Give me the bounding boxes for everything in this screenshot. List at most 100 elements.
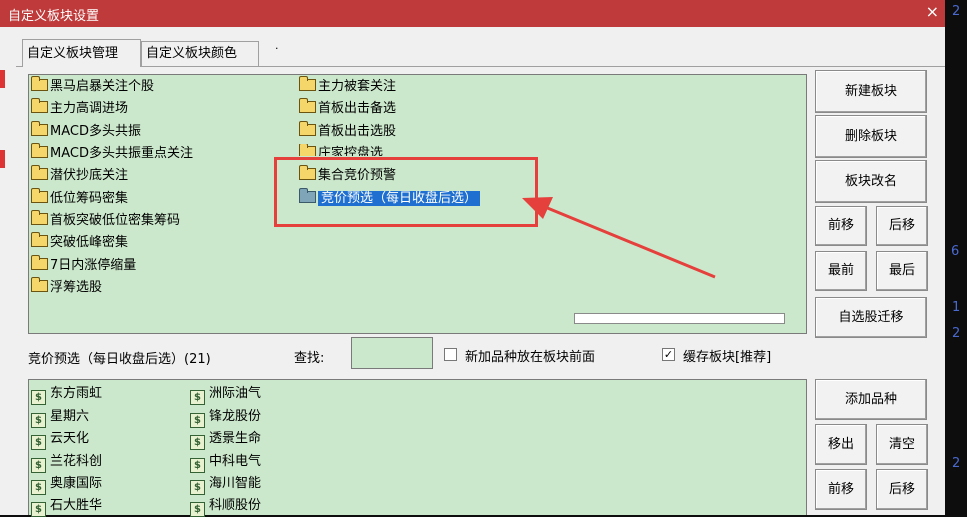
stock-icon: $ (31, 413, 46, 428)
block-item[interactable]: 突破低峰密集 (31, 232, 128, 253)
stock-name: 石大胜华 (50, 498, 103, 513)
annotation-arrow-icon (522, 197, 716, 279)
stock-item[interactable]: $ 海川智能 (190, 473, 261, 495)
migrate-watchlist-button[interactable]: 自选股迁移 (815, 297, 927, 338)
block-item[interactable]: 首板出击备选 (299, 98, 396, 119)
block-item[interactable]: 主力高调进场 (31, 98, 129, 119)
new-front-label: 新加品种放在板块前面 (465, 350, 596, 365)
folder-icon (31, 98, 48, 113)
tab-divider (16, 66, 946, 67)
stock-item[interactable]: $ 科顺股份 (190, 495, 261, 517)
block-item[interactable]: 首板突破低位密集筹码 (31, 210, 181, 231)
clear-stocks-button[interactable]: 清空 (876, 424, 928, 465)
block-item[interactable]: 黑马启暴关注个股 (31, 76, 155, 97)
block-item[interactable]: 浮筹选股 (31, 277, 103, 298)
block-item[interactable]: 庄家控盘选 (299, 144, 383, 156)
stock-move-up-button[interactable]: 前移 (815, 469, 867, 510)
background-text: 2 (952, 4, 961, 19)
move-down-button[interactable]: 后移 (876, 206, 928, 246)
block-label: 浮筹选股 (50, 280, 103, 295)
block-item[interactable]: 低位筹码密集 (31, 188, 129, 209)
add-stock-button[interactable]: 添加品种 (815, 379, 927, 420)
stock-item[interactable]: $ 星期六 (31, 406, 89, 428)
block-label: 首板出击选股 (318, 124, 397, 139)
move-first-button[interactable]: 最前 (815, 251, 867, 291)
block-item[interactable]: 潜伏抄底关注 (31, 165, 129, 186)
background-text: 2 (952, 456, 961, 471)
stock-item[interactable]: $ 石大胜华 (31, 495, 102, 517)
folder-icon (299, 144, 316, 156)
title-bar[interactable]: 自定义板块设置 × (0, 0, 945, 27)
block-label: 潜伏抄底关注 (50, 168, 129, 183)
delete-block-button[interactable]: 删除板块 (815, 115, 927, 158)
stock-name: 东方雨虹 (50, 386, 103, 401)
stock-name: 星期六 (50, 409, 90, 424)
move-up-button[interactable]: 前移 (815, 206, 867, 246)
block-label: 黑马启暴关注个股 (50, 79, 155, 94)
folder-icon (31, 277, 48, 292)
folder-icon (31, 232, 48, 247)
stock-icon: $ (190, 458, 205, 473)
stock-move-down-button[interactable]: 后移 (876, 469, 928, 510)
folder-icon (299, 76, 316, 91)
background-text: 6 (951, 244, 960, 259)
block-label: MACD多头共振 (50, 124, 141, 139)
horizontal-scrollbar[interactable] (574, 313, 785, 324)
remove-stock-button[interactable]: 移出 (815, 424, 867, 465)
block-label: 主力高调进场 (50, 101, 129, 116)
new-front-checkbox[interactable] (444, 348, 457, 361)
block-item[interactable]: MACD多头共振重点关注 (31, 143, 193, 164)
block-item[interactable]: 7日内涨停缩量 (31, 255, 137, 276)
stock-item[interactable]: $ 洲际油气 (190, 383, 261, 405)
folder-icon (31, 210, 48, 225)
stock-name: 科顺股份 (209, 498, 262, 513)
stock-item[interactable]: $ 锋龙股份 (190, 406, 261, 428)
rename-block-button[interactable]: 板块改名 (815, 160, 927, 203)
new-block-button[interactable]: 新建板块 (815, 70, 927, 113)
stock-item[interactable]: $ 东方雨虹 (31, 383, 102, 405)
background-window: 2 6 1 2 2 (945, 0, 967, 515)
move-last-button[interactable]: 最后 (876, 251, 928, 291)
stock-list[interactable]: $ 东方雨虹 $ 星期六 $ 云天化 $ 兰花科创 $ 奥康国际 $ 石大胜华 $ 洲际油气 … (28, 379, 807, 517)
stock-item[interactable]: $ 透景生命 (190, 428, 261, 450)
stock-item[interactable]: $ 中科电气 (190, 451, 261, 473)
block-label: MACD多头共振重点关注 (50, 146, 193, 161)
check-icon: ✓ (663, 348, 674, 361)
annotation-box (274, 157, 538, 227)
cache-label: 缓存板块[推荐] (683, 350, 772, 365)
tab-block-management[interactable]: 自定义板块管理 (22, 39, 141, 67)
stock-item[interactable]: $ 兰花科创 (31, 451, 102, 473)
stock-name: 透景生命 (209, 431, 262, 446)
background-marker (0, 70, 5, 88)
block-label: 7日内涨停缩量 (50, 258, 137, 273)
block-item[interactable]: 主力被套关注 (299, 76, 397, 97)
background-marker (0, 150, 5, 168)
stray-dot: · (275, 42, 279, 55)
block-label: 首板突破低位密集筹码 (50, 213, 181, 228)
folder-icon (299, 121, 316, 136)
stock-item[interactable]: $ 云天化 (31, 428, 89, 450)
stock-icon: $ (190, 480, 205, 495)
stock-name: 云天化 (50, 431, 90, 446)
block-item[interactable]: MACD多头共振 (31, 121, 141, 142)
folder-icon (31, 76, 48, 91)
close-icon[interactable]: × (926, 2, 939, 21)
cache-checkbox[interactable]: ✓ (662, 348, 675, 361)
stock-icon: $ (31, 480, 46, 495)
background-text: 2 (952, 326, 961, 341)
block-label: 低位筹码密集 (50, 191, 129, 206)
search-input[interactable] (351, 337, 433, 369)
stock-name: 兰花科创 (50, 454, 103, 469)
folder-icon (31, 165, 48, 180)
stock-icon: $ (31, 458, 46, 473)
stock-item[interactable]: $ 奥康国际 (31, 473, 102, 495)
tab-block-color[interactable]: 自定义板块颜色 (141, 41, 259, 66)
stock-icon: $ (31, 435, 46, 450)
stock-name: 奥康国际 (50, 476, 103, 491)
block-item[interactable]: 首板出击选股 (299, 121, 397, 142)
stock-icon: $ (190, 390, 205, 405)
stock-name: 中科电气 (209, 454, 262, 469)
stock-icon: $ (190, 435, 205, 450)
block-label: 主力被套关注 (318, 79, 397, 94)
stock-name: 洲际油气 (209, 386, 262, 401)
